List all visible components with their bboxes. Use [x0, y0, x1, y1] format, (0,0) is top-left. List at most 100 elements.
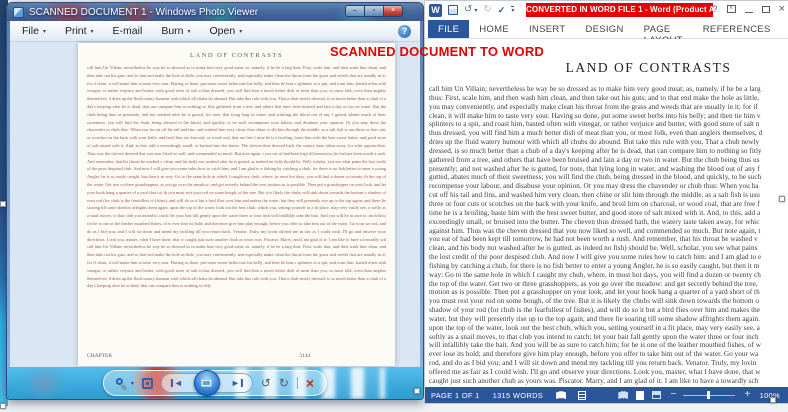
doc-text-line: three or four cuts or scotches on the ba…: [429, 200, 788, 209]
email-button[interactable]: E-mail: [113, 25, 143, 37]
tab-references[interactable]: REFERENCES: [693, 20, 781, 38]
rotate-counterclockwise-button[interactable]: ↺: [261, 377, 271, 389]
doc-text-line: shadow of your rod (for chub is the fear…: [429, 306, 788, 315]
ribbon-display-options-icon[interactable]: ˄: [727, 5, 736, 13]
word-titlebar[interactable]: W ↺ ▾ ↻ ✓ ▾ CONVERTED IN WORD FILE 1 - W…: [425, 1, 788, 20]
selection-handle[interactable]: [779, 196, 785, 202]
tab-insert[interactable]: INSERT: [519, 20, 575, 38]
spelling-grammar-icon[interactable]: ✓: [498, 4, 506, 16]
photo-viewer-control-bar: ▾ ◄ ► ↺ ↻ ×: [7, 367, 423, 399]
customize-qat-caret-icon[interactable]: ▾: [511, 6, 514, 14]
doc-text-line: rod, and do as I bid you; and I will sit…: [429, 359, 788, 368]
web-layout-icon[interactable]: [652, 391, 661, 399]
doc-text-line: caught just such another chub as yours w…: [429, 377, 788, 386]
scanned-page-image: LAND OF CONTRASTS call him Un Villain; n…: [78, 43, 395, 366]
tab-file[interactable]: FILE: [428, 20, 469, 38]
undo-dropdown-caret-icon[interactable]: ▾: [474, 7, 477, 14]
word-doc-body: call him Un Villain; nevertheless he way…: [425, 85, 788, 386]
file-menu[interactable]: File▾: [22, 25, 46, 37]
doc-text-line: recompense your labour, and disabuse you…: [429, 182, 788, 191]
doc-text-line: the top of the water. Get two or three g…: [429, 280, 788, 289]
zoom-out-button[interactable]: −: [670, 390, 676, 400]
doc-text-line: call him Un Villain; nevertheless he way…: [429, 85, 788, 94]
save-button[interactable]: [448, 5, 458, 15]
ribbon-tabs: FILEHOMEINSERTDESIGNPAGE LAYOUTREFERENCE…: [425, 20, 788, 39]
zoom-in-button[interactable]: +: [744, 390, 750, 400]
navigation-group: ◄ ►: [161, 373, 253, 393]
doc-text-line: softly as a snail moves, to that club yo…: [429, 333, 788, 342]
page-count-label[interactable]: PAGE 1 OF 1: [431, 391, 480, 400]
chevron-down-icon: ▾: [131, 380, 134, 387]
help-icon[interactable]: ?: [398, 25, 411, 38]
quick-access-toolbar: W ↺ ▾ ↻ ✓ ▾: [429, 3, 514, 17]
doc-text-line: against him. Thus was the cheven dressed…: [429, 227, 788, 236]
word-window: W ↺ ▾ ↻ ✓ ▾ CONVERTED IN WORD FILE 1 - W…: [424, 0, 788, 404]
rotate-clockwise-button[interactable]: ↻: [279, 377, 289, 389]
zoom-slider[interactable]: [683, 390, 735, 400]
photo-viewer-content: LAND OF CONTRASTS call him Un Villain; n…: [10, 42, 420, 367]
read-mode-icon[interactable]: [618, 391, 628, 399]
doc-text-line: you may conveniently, and especially mak…: [429, 103, 788, 112]
chevron-down-icon: ▾: [43, 28, 46, 35]
magnifier-icon: [116, 378, 127, 389]
photo-viewer-window: SCANNED DOCUMENT 1 - Windows Photo Viewe…: [6, 2, 424, 400]
play-slideshow-button[interactable]: [194, 370, 220, 396]
language-icon[interactable]: [578, 391, 586, 400]
doc-text-line: the lost credit of the poor despised clu…: [429, 253, 788, 262]
undo-button[interactable]: ↺: [464, 4, 472, 16]
doc-text-line: clean, and his body not washed after he …: [429, 244, 788, 253]
selection-handle[interactable]: [0, 201, 6, 207]
minimize-button[interactable]: [745, 12, 753, 13]
close-button[interactable]: ×: [383, 5, 403, 17]
word-document-area[interactable]: LAND OF CONTRASTS call him Un Villain; n…: [425, 39, 788, 387]
previous-button[interactable]: ◄: [171, 378, 183, 388]
tab-home[interactable]: HOME: [469, 20, 519, 38]
selection-handle[interactable]: [770, 397, 776, 403]
doc-text-line: exceedingly small, or bruised into the b…: [429, 218, 788, 227]
chevron-down-icon: ▾: [239, 28, 242, 35]
doc-text-line: upon the top of the water, look out the …: [429, 324, 788, 333]
maximize-button[interactable]: [762, 6, 770, 13]
tab-page-layout[interactable]: PAGE LAYOUT: [634, 20, 693, 38]
scan-page-number: 3144: [299, 353, 310, 359]
doc-text-line: gathered from a tree, and others that ha…: [429, 156, 788, 165]
zoom-slider-thumb[interactable]: [707, 391, 710, 399]
actual-size-icon[interactable]: [142, 378, 153, 389]
open-menu[interactable]: Open▾: [210, 25, 243, 37]
doc-text-line: way: Go to the same hole in which I caug…: [429, 271, 788, 280]
scan-body-text: call him Un Villain; nevertheless he way…: [87, 64, 386, 346]
word-status-bar: PAGE 1 OF 1 1315 WORDS − + 100%: [425, 387, 788, 403]
proofing-errors-icon[interactable]: [556, 391, 566, 399]
slideshow-icon: [201, 379, 212, 387]
doc-text-line: motion as is possible. Then put a grassh…: [429, 288, 788, 297]
photo-viewer-title: SCANNED DOCUMENT 1 - Windows Photo Viewe…: [29, 7, 258, 18]
screenshot-root: SCANNED DOCUMENT 1 - Windows Photo Viewe…: [0, 0, 788, 412]
doc-text-line: thus dressed, you will find him a much b…: [429, 129, 788, 138]
doc-text-line: fishing by catching a chub, for there is…: [429, 262, 788, 271]
tab-mailings[interactable]: MAILINGS: [781, 20, 788, 38]
help-icon[interactable]: ?: [713, 4, 718, 14]
word-count-label[interactable]: 1315 WORDS: [493, 391, 544, 400]
desktop-blur-blob: [21, 369, 67, 397]
photo-viewer-titlebar[interactable]: SCANNED DOCUMENT 1 - Windows Photo Viewe…: [7, 3, 423, 21]
burn-menu[interactable]: Burn▾: [161, 25, 190, 37]
minimize-button[interactable]: –: [345, 5, 365, 17]
doc-text-line: water, but they will presently rise up t…: [429, 315, 788, 324]
photo-viewer-app-icon: [13, 7, 24, 18]
selection-handle[interactable]: [414, 388, 420, 394]
tab-design[interactable]: DESIGN: [575, 20, 633, 38]
close-button[interactable]: ×: [779, 4, 785, 14]
print-layout-icon[interactable]: [636, 391, 644, 400]
doc-text-line: cut off his tail and fins, and washed hi…: [429, 191, 788, 200]
delete-button[interactable]: ×: [306, 376, 314, 390]
print-menu[interactable]: Print▾: [65, 25, 94, 37]
zoom-control[interactable]: ▾: [116, 378, 134, 389]
doc-text-line: ever lose its hold; and therefore give h…: [429, 350, 788, 359]
doc-text-line: splinters to a spit, and roast him, bast…: [429, 120, 788, 129]
maximize-button[interactable]: ▫: [364, 5, 384, 17]
word-window-buttons: ? ˄ ×: [713, 4, 785, 14]
selection-handle[interactable]: [0, 403, 6, 409]
next-button[interactable]: ►: [231, 378, 243, 388]
doc-text-line: you must rest your rod on some bough, of…: [429, 297, 788, 306]
redo-button[interactable]: ↻: [483, 4, 491, 16]
